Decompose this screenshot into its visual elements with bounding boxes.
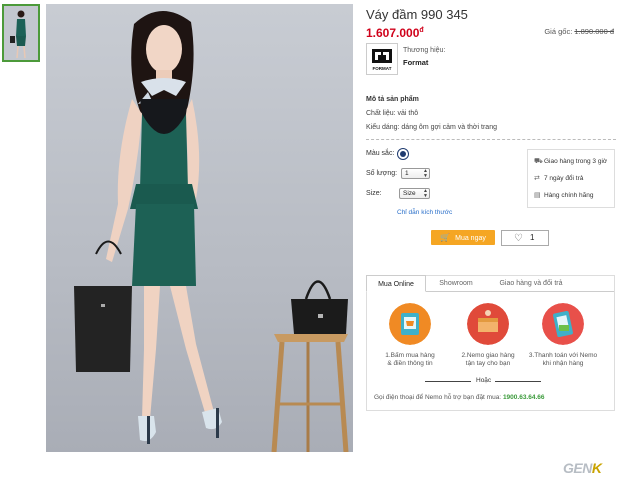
perk-delivery-text: Giao hàng trong 3 giờ bbox=[544, 158, 608, 165]
step-3-line2: khi nhận hàng bbox=[542, 360, 584, 367]
perk-return: ⇄ 7 ngày đổi trả bbox=[534, 174, 583, 182]
size-guide-link[interactable]: Chỉ dẫn kích thước bbox=[397, 209, 452, 216]
genk-watermark: GENK bbox=[563, 460, 602, 476]
step-2-text: 2.Nemo giao hàng tận tay cho bạn bbox=[451, 352, 525, 368]
quantity-select[interactable]: 1 ▲ ▼ bbox=[401, 168, 430, 179]
divider bbox=[366, 139, 616, 140]
tab-online[interactable]: Mua Online bbox=[366, 275, 426, 292]
step-1-line2: & điền thông tin bbox=[387, 360, 433, 367]
quantity-label: Số lượng: bbox=[366, 170, 398, 177]
buy-now-label: Mua ngay bbox=[455, 235, 486, 242]
size-value: Size bbox=[403, 190, 416, 197]
thumbnail-list bbox=[2, 4, 40, 62]
watermark-main: GEN bbox=[563, 460, 592, 476]
or-divider-right bbox=[495, 381, 541, 382]
price-currency: đ bbox=[419, 27, 424, 34]
step-1-text: 1.Bấm mua hàng & điền thông tin bbox=[373, 352, 447, 368]
product-price: 1.607.000đ bbox=[366, 26, 424, 40]
size-label: Size: bbox=[366, 190, 382, 197]
delivery-box-step-icon bbox=[467, 303, 509, 345]
call-support-text: Gọi điện thoại để Nemo hỗ trợ bạn đặt mu… bbox=[374, 394, 545, 401]
buy-now-button[interactable]: 🛒 Mua ngay bbox=[431, 230, 495, 245]
like-button[interactable]: ♡ 1 bbox=[501, 230, 549, 246]
call-support-label: Gọi điện thoại để Nemo hỗ trợ bạn đặt mu… bbox=[374, 394, 502, 401]
color-label: Màu sắc: bbox=[366, 150, 395, 157]
description-style: Kiểu dáng: dáng ôm gợi cảm và thời trang bbox=[366, 124, 497, 131]
brand-logo-text: FORMAT bbox=[373, 66, 392, 71]
brand-logo[interactable]: FORMAT bbox=[366, 43, 398, 75]
step-3-text: 3.Thanh toán với Nemo khi nhận hàng bbox=[526, 352, 600, 368]
watermark-accent: K bbox=[591, 460, 602, 476]
size-select[interactable]: Size ▲ ▼ bbox=[399, 188, 430, 199]
purchase-info-tabs: Mua Online Showroom Giao hàng và đổi trả… bbox=[366, 275, 615, 411]
or-text: Hoặc bbox=[476, 377, 492, 384]
price-value: 1.607.000 bbox=[366, 26, 420, 40]
stepper-arrows-icon: ▲ ▼ bbox=[423, 168, 428, 179]
original-price: Giá gốc: 1.890.000 đ bbox=[544, 27, 614, 36]
or-divider-left bbox=[425, 381, 471, 382]
original-price-value: 1.890.000 đ bbox=[574, 27, 614, 36]
original-price-label: Giá gốc: bbox=[544, 27, 573, 36]
step-2-line1: 2.Nemo giao hàng bbox=[461, 352, 515, 359]
receipt-icon: ▤ bbox=[534, 192, 541, 199]
product-main-image[interactable] bbox=[46, 4, 353, 452]
step-2-line2: tận tay cho bạn bbox=[465, 360, 511, 367]
payment-step-icon bbox=[542, 303, 584, 345]
phone-number[interactable]: 1900.63.64.66 bbox=[503, 394, 545, 401]
shopping-cart-step-icon bbox=[389, 303, 431, 345]
brand-label: Thương hiệu: bbox=[403, 47, 446, 54]
perk-genuine-text: Hàng chính hãng bbox=[544, 192, 594, 199]
tab-delivery-return[interactable]: Giao hàng và đổi trả bbox=[483, 275, 579, 292]
service-perks: ⛟Giao hàng trong 3 giờ ⇄ 7 ngày đổi trả ▤… bbox=[527, 149, 615, 208]
swap-icon: ⇄ bbox=[534, 175, 540, 182]
perk-delivery: ⛟Giao hàng trong 3 giờ bbox=[534, 157, 607, 166]
quantity-value: 1 bbox=[405, 170, 409, 177]
color-swatch-navy[interactable] bbox=[397, 148, 409, 160]
perk-return-text: 7 ngày đổi trả bbox=[544, 175, 584, 182]
cart-icon: 🛒 bbox=[440, 233, 451, 242]
brand-name[interactable]: Format bbox=[403, 58, 428, 67]
tab-showroom[interactable]: Showroom bbox=[429, 275, 483, 292]
truck-icon: ⛟ bbox=[534, 158, 543, 165]
step-3-line1: 3.Thanh toán với Nemo bbox=[528, 352, 598, 359]
stepper-arrows-icon: ▲ ▼ bbox=[423, 188, 428, 199]
description-material: Chất liệu: vải thô bbox=[366, 110, 419, 117]
product-title: Váy đầm 990 345 bbox=[366, 7, 468, 22]
like-count: 1 bbox=[530, 233, 535, 242]
description-title: Mô tả sản phẩm bbox=[366, 96, 419, 103]
step-1-line1: 1.Bấm mua hàng bbox=[385, 352, 435, 359]
heart-icon: ♡ bbox=[514, 233, 523, 244]
product-thumbnail[interactable] bbox=[2, 4, 40, 62]
perk-genuine: ▤ Hàng chính hãng bbox=[534, 191, 594, 199]
